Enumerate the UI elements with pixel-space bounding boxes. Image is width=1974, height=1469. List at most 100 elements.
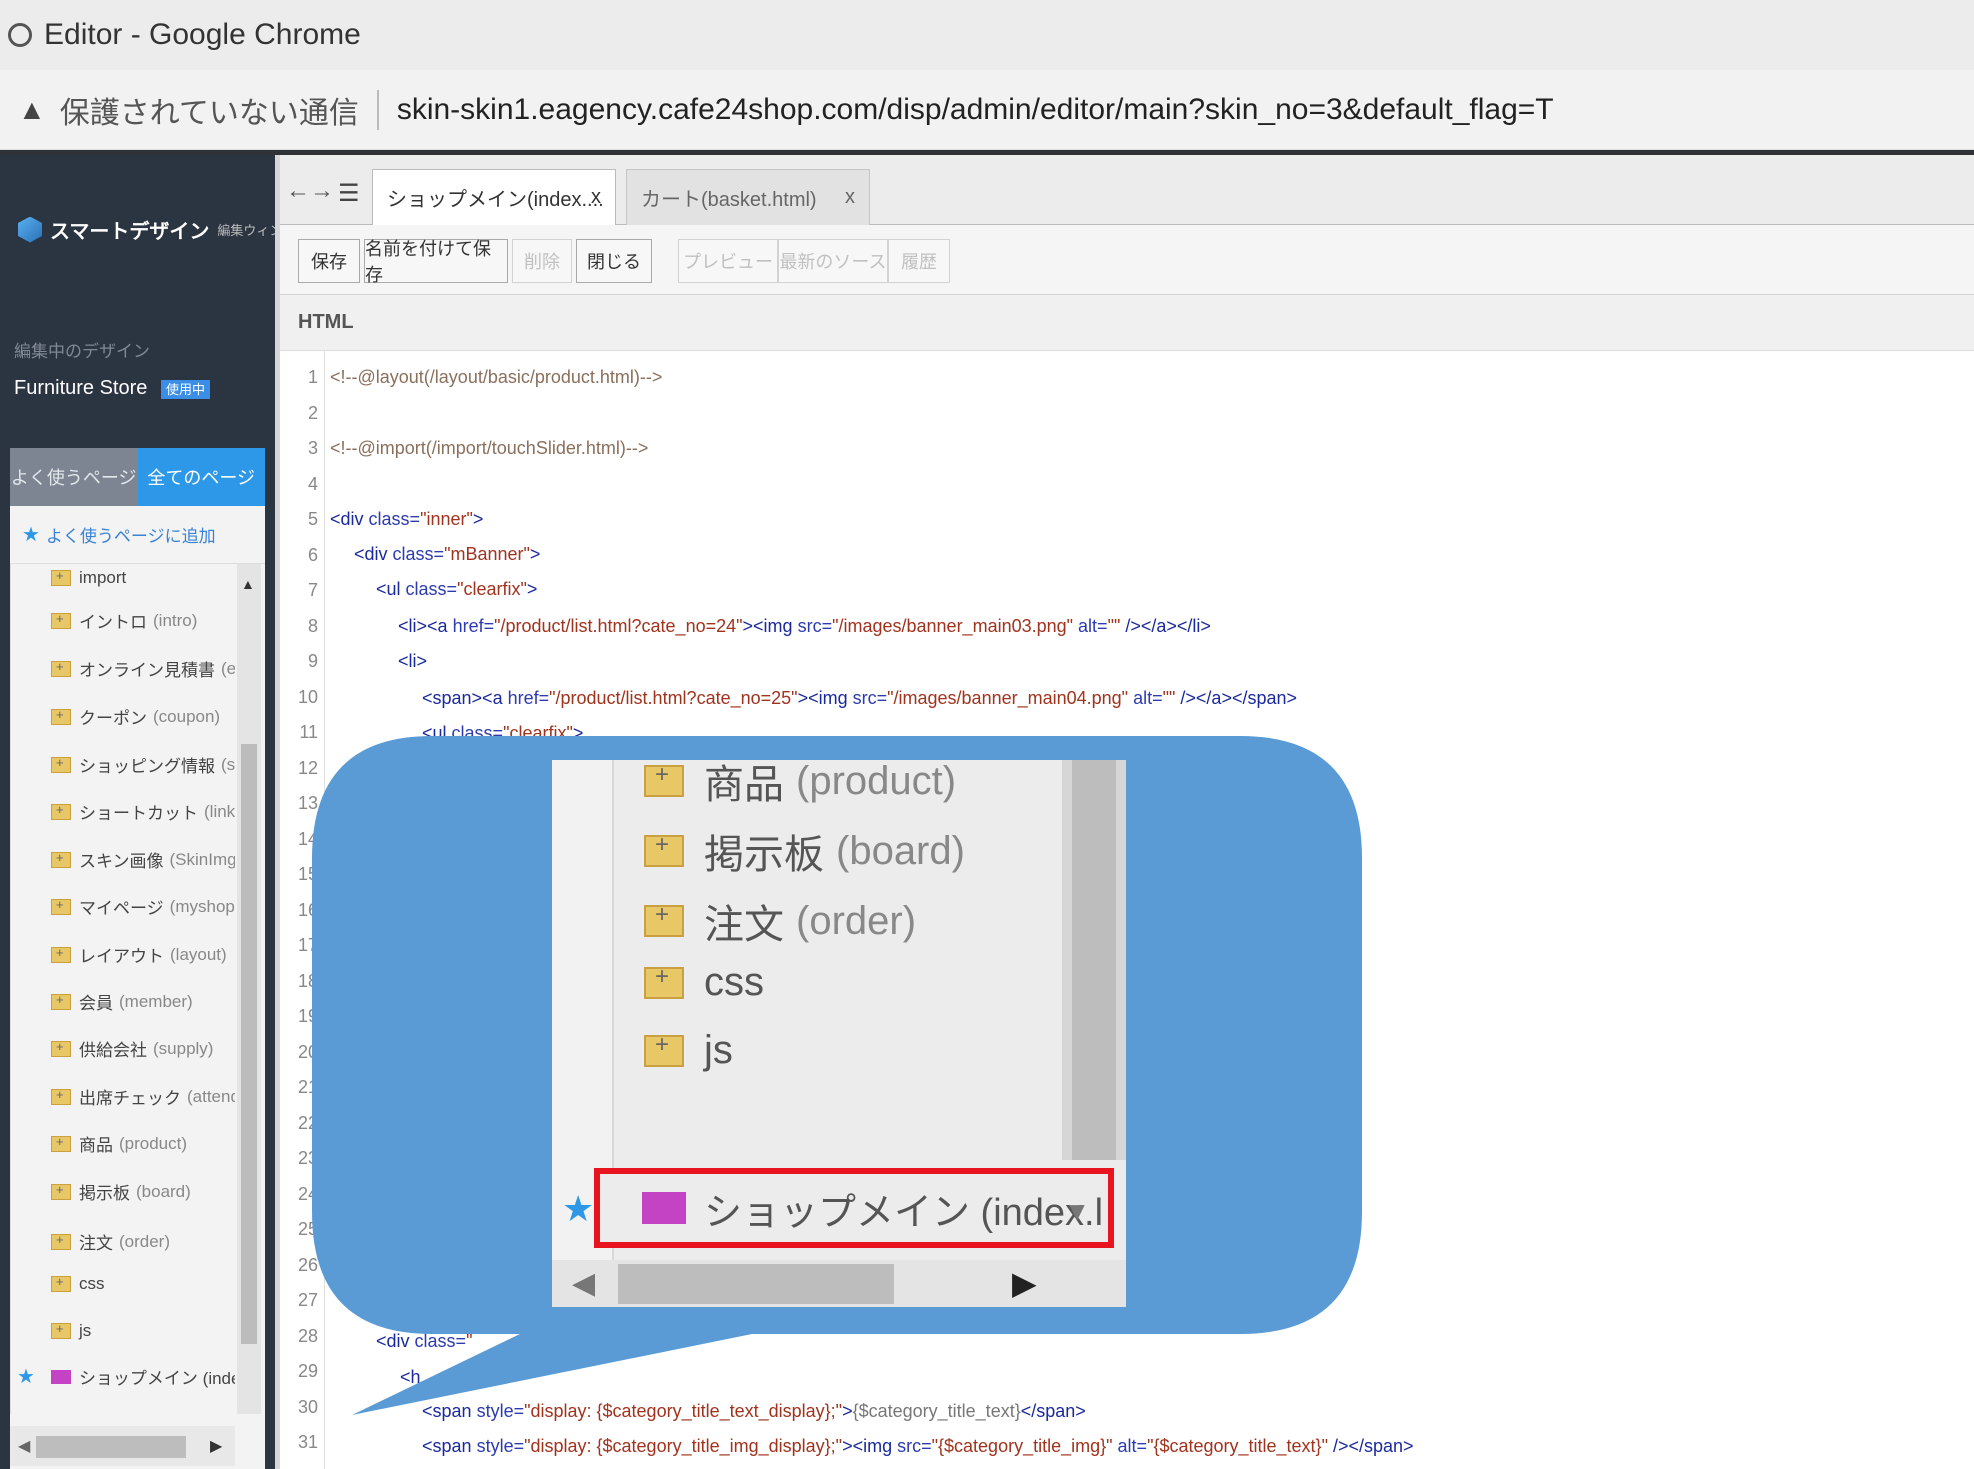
tree-item[interactable]: オンライン見積書 (estim bbox=[51, 656, 235, 681]
tab-frequent-pages[interactable]: よく使うページ bbox=[10, 448, 138, 506]
tree-item-label[interactable]: 商品 bbox=[79, 1131, 113, 1156]
folder-icon bbox=[51, 659, 71, 677]
tree-item-english: (product) bbox=[119, 1133, 188, 1153]
folder-icon bbox=[51, 1182, 71, 1200]
tree-item[interactable]: css bbox=[51, 1274, 105, 1294]
tab-cart[interactable]: カート(basket.html) x bbox=[626, 169, 870, 225]
tree-item-label[interactable]: マイページ bbox=[79, 894, 164, 919]
tree-horizontal-scrollbar[interactable]: ◀ ▶ bbox=[10, 1426, 235, 1466]
design-name-text[interactable]: Furniture Store bbox=[14, 377, 147, 399]
url-text[interactable]: skin-skin1.eagency.cafe24shop.com/disp/a… bbox=[397, 93, 1554, 127]
code-line[interactable]: <span style="display: {$category_title_t… bbox=[422, 1401, 1086, 1422]
save-button[interactable]: 保存 bbox=[298, 239, 360, 283]
star-icon: ★ bbox=[562, 1188, 595, 1229]
tree-item-label[interactable]: js bbox=[79, 1321, 91, 1341]
tree-item[interactable]: 注文 (order) bbox=[51, 1229, 170, 1254]
highlighted-shop-main-item[interactable]: ショップメイン (index.l ▼ bbox=[594, 1168, 1114, 1248]
tree-item-label[interactable]: ショートカット bbox=[79, 799, 198, 824]
code-line[interactable]: <ul class="clearfix"> bbox=[376, 579, 537, 600]
tree-item-label[interactable]: ショッピング情報 bbox=[79, 752, 215, 777]
design-name[interactable]: Furniture Store 使用中 bbox=[14, 377, 210, 400]
tree-item-label[interactable]: import bbox=[79, 568, 126, 588]
scroll-right-arrow-icon[interactable]: ▶ bbox=[210, 1436, 222, 1456]
line-number: 15 bbox=[297, 864, 318, 884]
tree-item[interactable]: ショッピング情報 (shop bbox=[51, 752, 235, 777]
code-line[interactable]: <div class="mBanner"> bbox=[354, 544, 540, 565]
close-icon[interactable]: x bbox=[591, 186, 601, 209]
address-bar[interactable]: ▲ 保護されていない通信 skin-skin1.eagency.cafe24sh… bbox=[0, 70, 1974, 150]
tree-item-label[interactable]: スキン画像 bbox=[79, 847, 164, 872]
code-line[interactable]: <!--@layout(/layout/basic/product.html)-… bbox=[330, 367, 662, 388]
tab-shop-main[interactable]: ショップメイン(index.... x bbox=[372, 169, 616, 225]
tree-item[interactable]: import bbox=[51, 568, 126, 588]
code-line[interactable]: <li><a href="/product/list.html?cate_no=… bbox=[398, 616, 1211, 637]
highlight-label[interactable]: ショップメイン (index.l bbox=[704, 1181, 1103, 1236]
star-icon[interactable]: ★ bbox=[17, 1364, 35, 1389]
tree-item-english: (order) bbox=[119, 1231, 171, 1251]
tree-item-label[interactable]: ショップメイン (index.l bbox=[79, 1364, 235, 1389]
tab-cart-label[interactable]: カート(basket.html) bbox=[641, 183, 817, 212]
tree-item[interactable]: クーポン (coupon) bbox=[51, 704, 220, 729]
tree-item[interactable]: 商品 (product) bbox=[51, 1131, 187, 1156]
tree-item[interactable]: スキン画像(SkinImg) bbox=[51, 847, 235, 872]
tree-item-english: (member) bbox=[119, 991, 193, 1011]
close-icon[interactable]: x bbox=[845, 186, 855, 209]
tree-scrollbar[interactable]: ▲ bbox=[237, 564, 261, 1414]
code-line[interactable]: <div class="inner"> bbox=[330, 509, 483, 530]
tab-list-icon[interactable]: ☰ bbox=[338, 179, 360, 208]
tree-item-label[interactable]: 供給会社 bbox=[79, 1036, 147, 1061]
tab-all-pages[interactable]: 全てのページ bbox=[137, 448, 265, 506]
tree-item-label[interactable]: 注文 bbox=[79, 1229, 113, 1254]
preview-button[interactable]: プレビュー bbox=[678, 239, 778, 283]
save-as-button[interactable]: 名前を付けて保存 bbox=[364, 239, 508, 285]
tree-item[interactable]: 出席チェック (attend) bbox=[51, 1084, 235, 1109]
tree-item[interactable]: マイページ(myshop) bbox=[51, 894, 235, 919]
tree-item[interactable]: 会員 (member) bbox=[51, 989, 193, 1014]
tree-item[interactable]: 掲示板 (board) bbox=[51, 1179, 191, 1204]
close-button[interactable]: 閉じる bbox=[576, 239, 652, 283]
tree-scroll-thumb[interactable] bbox=[241, 744, 257, 1344]
line-number: 4 bbox=[307, 473, 318, 494]
folder-icon bbox=[51, 1232, 71, 1250]
scroll-up-arrow-icon[interactable]: ▲ bbox=[241, 576, 255, 592]
dropdown-caret-icon[interactable]: ▼ bbox=[1064, 1196, 1090, 1227]
code-line[interactable]: <ul class="clearfix"> bbox=[422, 723, 583, 744]
tree-item[interactable]: js bbox=[51, 1321, 91, 1341]
tree-item-label[interactable]: レイアウト bbox=[79, 942, 164, 967]
latest-source-button[interactable]: 最新のソース bbox=[778, 239, 888, 283]
folder-icon bbox=[51, 755, 71, 773]
scroll-left-arrow-icon[interactable]: ◀ bbox=[18, 1436, 30, 1456]
tree-item-label[interactable]: クーポン bbox=[79, 704, 147, 729]
code-line[interactable]: <span><a href="/product/list.html?cate_n… bbox=[422, 688, 1297, 709]
back-forward-arrows-icon[interactable]: ←→ bbox=[286, 177, 334, 205]
tab-shop-main-label[interactable]: ショップメイン(index.... bbox=[387, 183, 604, 212]
tree-item[interactable]: ショートカット (link) bbox=[51, 799, 235, 824]
line-number: 23 bbox=[297, 1148, 318, 1168]
zoom-item-label: 注文 bbox=[704, 903, 784, 947]
tree-item-label[interactable]: css bbox=[79, 1274, 105, 1294]
code-line[interactable]: <span style="display: {$category_title_i… bbox=[422, 1436, 1414, 1457]
code-line[interactable]: <h bbox=[400, 1367, 421, 1388]
code-line[interactable]: <div class=" bbox=[376, 1331, 472, 1352]
history-button[interactable]: 履歴 bbox=[888, 239, 950, 283]
code-line[interactable]: <!--@import(/import/touchSlider.html)--> bbox=[330, 438, 648, 459]
tree-item-label[interactable]: 会員 bbox=[79, 989, 113, 1014]
tree-item[interactable]: レイアウト (layout) bbox=[51, 942, 227, 967]
tree-item-label[interactable]: オンライン見積書 bbox=[79, 656, 215, 681]
tree-item-label[interactable]: 掲示板 bbox=[79, 1179, 130, 1204]
zoom-horizontal-scrollbar: ◀ ▶ bbox=[552, 1260, 1126, 1307]
warning-icon: ▲ bbox=[18, 93, 46, 125]
tree-item-shop-main[interactable]: ★ショップメイン (index.l▼ bbox=[11, 1364, 235, 1389]
code-line[interactable]: <li> bbox=[398, 651, 427, 672]
tree-item[interactable]: イントロ (intro) bbox=[51, 608, 197, 633]
horizontal-scroll-thumb[interactable] bbox=[36, 1436, 186, 1458]
add-favorite-link[interactable]: ★ よく使うページに追加 bbox=[10, 506, 265, 564]
line-number: 3 bbox=[307, 438, 318, 458]
line-number: 25 bbox=[297, 1219, 318, 1239]
tree-item-label[interactable]: 出席チェック bbox=[79, 1084, 181, 1109]
add-favorite-label[interactable]: よく使うページに追加 bbox=[46, 522, 216, 547]
tree-item[interactable]: 供給会社 (supply) bbox=[51, 1036, 213, 1061]
tree-item-label[interactable]: イントロ bbox=[79, 608, 147, 633]
page-tabs: よく使うページ 全てのページ bbox=[10, 448, 265, 506]
delete-button[interactable]: 削除 bbox=[512, 239, 572, 283]
